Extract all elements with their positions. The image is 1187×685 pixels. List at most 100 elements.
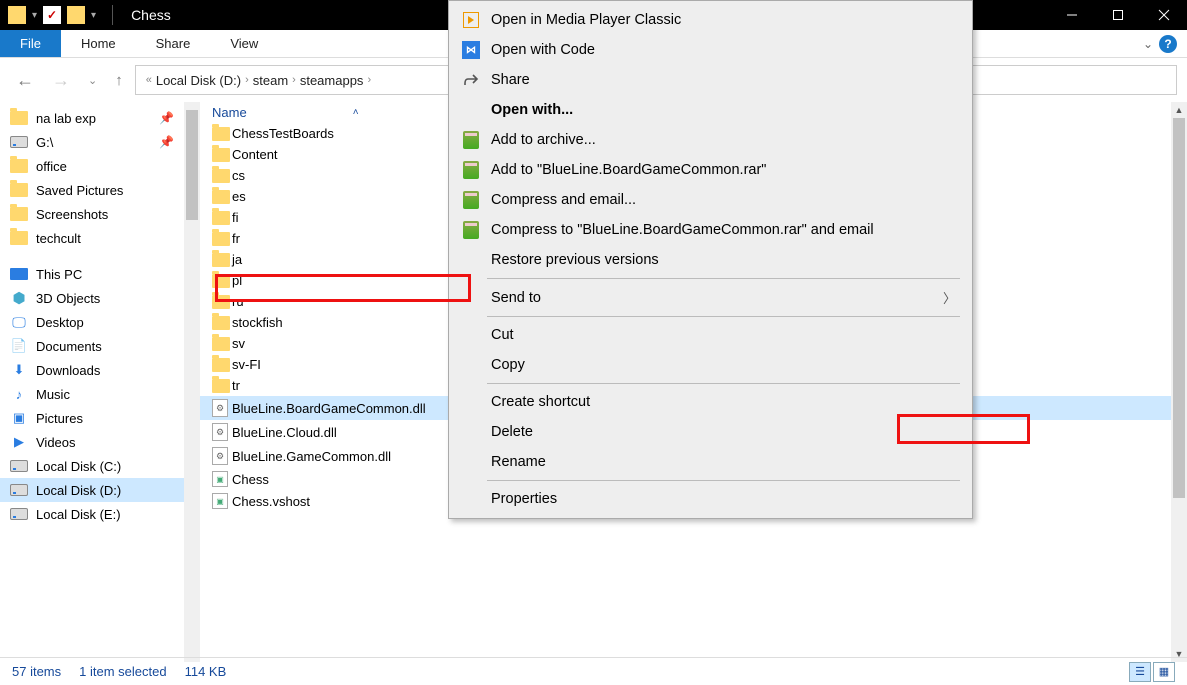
recent-dropdown-icon[interactable]: ⌄ bbox=[88, 74, 97, 87]
sidebar: na lab exp📌G:\📌officeSaved Pictures Scree… bbox=[0, 102, 200, 662]
help-icon[interactable]: ? bbox=[1159, 35, 1177, 53]
sidebar-item[interactable]: office bbox=[0, 154, 184, 178]
ctx-open-mpc[interactable]: Open in Media Player Classic bbox=[451, 5, 970, 35]
desk-icon: 🖵 bbox=[10, 314, 28, 330]
view-icons-button[interactable]: ▦ bbox=[1153, 662, 1175, 682]
sidebar-item[interactable]: 📄Documents bbox=[0, 334, 184, 358]
share-icon bbox=[461, 71, 481, 89]
nav-arrows: ← → ⌄ ↑ bbox=[10, 70, 129, 91]
drv-icon bbox=[10, 482, 28, 498]
chevron-left-icon[interactable]: « bbox=[146, 74, 152, 86]
sidebar-item-label: techcult bbox=[36, 231, 174, 246]
ctx-open-with[interactable]: Open with... bbox=[451, 95, 970, 125]
save-icon[interactable]: ✓ bbox=[43, 6, 61, 24]
ctx-cut[interactable]: Cut bbox=[451, 320, 970, 350]
fld-icon bbox=[212, 148, 232, 162]
separator bbox=[487, 480, 960, 481]
ctx-rename[interactable]: Rename bbox=[451, 447, 970, 477]
sidebar-item[interactable]: Local Disk (D:) bbox=[0, 478, 184, 502]
qat-dropdown-icon[interactable]: ▾ bbox=[32, 10, 37, 21]
context-menu: Open in Media Player Classic ⋈Open with … bbox=[448, 0, 973, 519]
column-name[interactable]: Name bbox=[212, 105, 247, 120]
fld-icon bbox=[10, 110, 28, 126]
sidebar-item[interactable]: This PC bbox=[0, 262, 184, 286]
sidebar-item[interactable]: na lab exp📌 bbox=[0, 106, 184, 130]
maximize-button[interactable] bbox=[1095, 0, 1141, 30]
ctx-open-code[interactable]: ⋈Open with Code bbox=[451, 35, 970, 65]
crumb-item[interactable]: Local Disk (D:) bbox=[156, 73, 241, 88]
pin-icon: 📌 bbox=[159, 111, 174, 125]
sidebar-item-label: Videos bbox=[36, 435, 174, 450]
ctx-restore[interactable]: Restore previous versions bbox=[451, 245, 970, 275]
sidebar-scrollbar[interactable] bbox=[184, 102, 200, 662]
ctx-compress-email[interactable]: Compress and email... bbox=[451, 185, 970, 215]
status-item-count: 57 items bbox=[12, 664, 61, 679]
sidebar-item-label: Screenshots bbox=[36, 207, 174, 222]
window-title: Chess bbox=[131, 7, 171, 23]
sidebar-item[interactable]: ⬇Downloads bbox=[0, 358, 184, 382]
sidebar-item[interactable]: 🖵Desktop bbox=[0, 310, 184, 334]
sort-asc-icon[interactable]: ˄ bbox=[353, 107, 359, 118]
tab-view[interactable]: View bbox=[210, 30, 278, 57]
ctx-send-to[interactable]: Send to〉 bbox=[451, 282, 970, 313]
view-details-button[interactable]: ☰ bbox=[1129, 662, 1151, 682]
ctx-share[interactable]: Share bbox=[451, 65, 970, 95]
mon-icon bbox=[10, 266, 28, 282]
gear-icon: ⚙ bbox=[212, 447, 232, 465]
sidebar-item-label: Music bbox=[36, 387, 174, 402]
rar-icon bbox=[463, 191, 479, 209]
sidebar-item[interactable]: Local Disk (C:) bbox=[0, 454, 184, 478]
folder-icon bbox=[67, 6, 85, 24]
drv-icon bbox=[10, 134, 28, 150]
content-scrollbar[interactable]: ▲ ▼ bbox=[1171, 102, 1187, 662]
crumb-item[interactable]: steam bbox=[253, 73, 288, 88]
down-icon: ⬇ bbox=[10, 362, 28, 378]
fld-icon bbox=[212, 295, 232, 309]
sidebar-item[interactable]: Screenshots bbox=[0, 202, 184, 226]
tab-home[interactable]: Home bbox=[61, 30, 136, 57]
sidebar-item[interactable]: ▣Pictures bbox=[0, 406, 184, 430]
ctx-compress-email-to[interactable]: Compress to "BlueLine.BoardGameCommon.ra… bbox=[451, 215, 970, 245]
up-button[interactable]: ↑ bbox=[115, 72, 123, 89]
ctx-add-rar[interactable]: Add to "BlueLine.BoardGameCommon.rar" bbox=[451, 155, 970, 185]
play-icon bbox=[463, 12, 479, 28]
fld-icon bbox=[212, 274, 232, 288]
ctx-properties[interactable]: Properties bbox=[451, 484, 970, 514]
forward-button[interactable]: → bbox=[52, 70, 70, 91]
fld-icon bbox=[212, 358, 232, 372]
sidebar-item[interactable]: ♪Music bbox=[0, 382, 184, 406]
back-button[interactable]: ← bbox=[16, 70, 34, 91]
qat-dropdown-icon[interactable]: ▾ bbox=[91, 10, 96, 21]
scroll-up-icon[interactable]: ▲ bbox=[1171, 102, 1187, 118]
rar-icon bbox=[463, 161, 479, 179]
sidebar-item[interactable]: Saved Pictures bbox=[0, 178, 184, 202]
ribbon-expand-icon[interactable]: ⌄ bbox=[1143, 37, 1153, 51]
ctx-copy[interactable]: Copy bbox=[451, 350, 970, 380]
crumb-item[interactable]: steamapps bbox=[300, 73, 364, 88]
sidebar-item[interactable]: G:\📌 bbox=[0, 130, 184, 154]
sidebar-item[interactable]: ⬢3D Objects bbox=[0, 286, 184, 310]
separator bbox=[112, 5, 113, 25]
drv-icon bbox=[10, 506, 28, 522]
status-selected: 1 item selected bbox=[79, 664, 166, 679]
ctx-archive[interactable]: Add to archive... bbox=[451, 125, 970, 155]
minimize-button[interactable] bbox=[1049, 0, 1095, 30]
ctx-shortcut[interactable]: Create shortcut bbox=[451, 387, 970, 417]
sidebar-item[interactable]: ▶Videos bbox=[0, 430, 184, 454]
separator bbox=[487, 278, 960, 279]
ctx-delete[interactable]: Delete bbox=[451, 417, 970, 447]
scrollbar-thumb[interactable] bbox=[186, 110, 198, 220]
pic-icon: ▣ bbox=[10, 410, 28, 426]
tab-share[interactable]: Share bbox=[136, 30, 211, 57]
status-size: 114 KB bbox=[185, 664, 227, 679]
tab-file[interactable]: File bbox=[0, 30, 61, 57]
sidebar-item[interactable]: techcult bbox=[0, 226, 184, 250]
sidebar-item-label: This PC bbox=[36, 267, 174, 282]
close-button[interactable] bbox=[1141, 0, 1187, 30]
fld-icon bbox=[212, 379, 232, 393]
doc-icon: 📄 bbox=[10, 338, 28, 354]
fld-icon bbox=[212, 337, 232, 351]
scrollbar-thumb[interactable] bbox=[1173, 118, 1185, 498]
gear-icon: ⚙ bbox=[212, 423, 232, 441]
sidebar-item[interactable]: Local Disk (E:) bbox=[0, 502, 184, 526]
